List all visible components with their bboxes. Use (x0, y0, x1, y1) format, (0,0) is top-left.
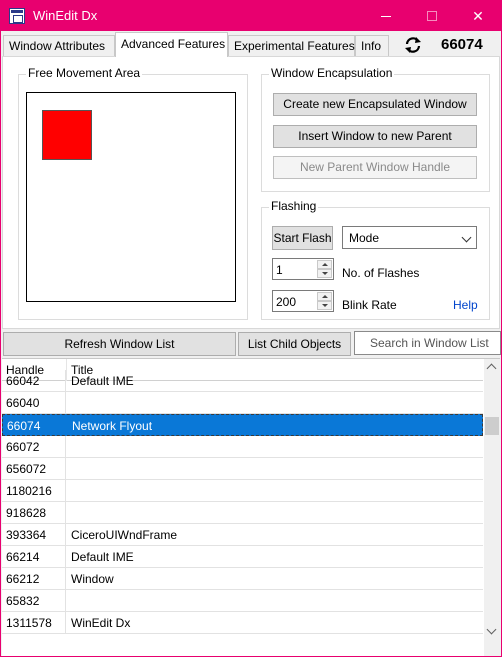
mode-select[interactable]: Mode (342, 226, 477, 249)
table-row[interactable]: 66072 (2, 436, 483, 458)
title-cell: CiceroUIWndFrame (71, 528, 178, 542)
spinner-buttons (317, 260, 332, 278)
chevron-down-icon (461, 232, 472, 243)
flashing-label: Flashing (269, 199, 319, 213)
encapsulation-label: Window Encapsulation (269, 66, 395, 80)
tab-bar: Window Attributes Advanced Features Expe… (1, 32, 501, 57)
spin-up-icon[interactable] (317, 260, 332, 269)
table-row[interactable]: 66214 Default IME (2, 546, 483, 568)
tab-label: Info (361, 39, 382, 53)
maximize-icon (427, 11, 437, 21)
table-row[interactable]: 918628 (2, 502, 483, 524)
title-cell: Default IME (71, 374, 134, 388)
handle-cell: 393364 (2, 524, 66, 545)
title-cell: Default IME (71, 550, 134, 564)
blink-rate-stepper[interactable]: 200 (272, 290, 334, 312)
title-cell: WinEdit Dx (71, 616, 131, 630)
spinner-buttons (317, 292, 332, 310)
handle-cell: 1180216 (2, 480, 66, 501)
app-window: WinEdit Dx ✕ Window Attributes Advanced … (0, 0, 502, 657)
tab-advanced-features[interactable]: Advanced Features (115, 32, 228, 57)
title-bar[interactable]: WinEdit Dx ✕ (1, 1, 501, 31)
table-row[interactable]: 66040 (2, 392, 483, 414)
handle-cell: 66072 (2, 436, 66, 457)
title-cell (67, 458, 482, 479)
maximize-button[interactable] (409, 1, 455, 31)
title-cell (67, 392, 482, 413)
blink-rate-value: 200 (276, 295, 297, 309)
handle-cell: 1311578 (2, 612, 66, 633)
scroll-up-icon[interactable] (484, 359, 500, 376)
table-row[interactable]: 66212 Window (2, 568, 483, 590)
window-title: WinEdit Dx (33, 8, 98, 23)
table-row[interactable]: 656072 (2, 458, 483, 480)
tab-info[interactable]: Info (355, 35, 389, 56)
flashes-count-stepper[interactable]: 1 (272, 258, 334, 280)
start-flash-button[interactable]: Start Flash (272, 226, 333, 250)
title-cell (67, 436, 482, 457)
minimize-icon (381, 15, 391, 17)
table-row[interactable]: 65832 (2, 590, 483, 612)
tab-label: Window Attributes (9, 39, 106, 53)
new-parent-handle-button[interactable]: New Parent Window Handle (273, 156, 477, 179)
table-body: 66042 Default IME 66040 66074 Network Flyo… (2, 370, 483, 634)
free-movement-label: Free Movement Area (26, 66, 143, 80)
scroll-down-icon[interactable] (484, 623, 500, 640)
tab-experimental-features[interactable]: Experimental Features (228, 35, 355, 56)
title-cell: Network Flyout (72, 419, 153, 433)
handle-cell: 918628 (2, 502, 66, 523)
title-cell (67, 502, 482, 523)
window-list-table[interactable]: Handle Title 66042 Default IME 66040 6607… (2, 358, 500, 656)
handle-cell: 66040 (2, 392, 66, 413)
insert-window-button[interactable]: Insert Window to new Parent (273, 125, 477, 148)
tab-window-attributes[interactable]: Window Attributes (3, 35, 115, 56)
table-row[interactable]: 393364 CiceroUIWndFrame (2, 524, 483, 546)
title-cell (67, 590, 482, 611)
handle-cell: 66074 (3, 415, 67, 436)
list-child-objects-button[interactable]: List Child Objects (238, 332, 351, 356)
app-icon (9, 8, 25, 24)
title-cell (67, 480, 482, 501)
minimize-button[interactable] (363, 1, 409, 31)
scrollbar-thumb[interactable] (485, 417, 499, 435)
free-movement-area[interactable] (26, 92, 236, 302)
current-handle: 66074 (441, 36, 483, 53)
blink-rate-label: Blink Rate (342, 298, 397, 312)
table-row[interactable]: 1180216 (2, 480, 483, 502)
tab-label: Advanced Features (121, 37, 226, 51)
title-cell: Window (71, 572, 114, 586)
refresh-handle-icon[interactable] (403, 35, 423, 55)
flashes-count-label: No. of Flashes (342, 266, 420, 280)
spin-down-icon[interactable] (317, 301, 332, 310)
table-row-selected[interactable]: 66074 Network Flyout (2, 414, 483, 436)
close-button[interactable]: ✕ (455, 1, 501, 31)
refresh-window-list-button[interactable]: Refresh Window List (3, 332, 236, 356)
handle-cell: 66212 (2, 568, 66, 589)
spin-up-icon[interactable] (317, 292, 332, 301)
help-link[interactable]: Help (453, 298, 478, 312)
flashes-count-value: 1 (276, 263, 283, 277)
table-row[interactable]: 1311578 WinEdit Dx (2, 612, 483, 634)
search-input[interactable]: Search in Window List (354, 331, 501, 355)
table-row[interactable]: 66042 Default IME (2, 370, 483, 392)
tab-label: Experimental Features (234, 39, 355, 53)
handle-cell: 66042 (2, 370, 66, 391)
draggable-square[interactable] (42, 110, 92, 160)
vertical-scrollbar[interactable] (484, 359, 500, 656)
spin-down-icon[interactable] (317, 269, 332, 278)
handle-cell: 65832 (2, 590, 66, 611)
create-encapsulated-window-button[interactable]: Create new Encapsulated Window (273, 93, 477, 116)
handle-cell: 656072 (2, 458, 66, 479)
mode-select-value: Mode (349, 231, 380, 245)
close-icon: ✕ (472, 7, 484, 24)
handle-cell: 66214 (2, 546, 66, 567)
